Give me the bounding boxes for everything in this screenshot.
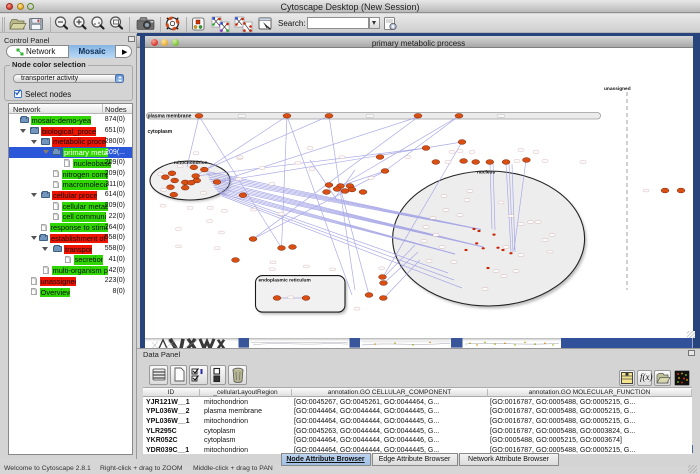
svg-text:plasma membrane: plasma membrane (148, 114, 192, 120)
svg-text:nucleus: nucleus (477, 170, 495, 176)
svg-text:unassigned: unassigned (604, 86, 631, 92)
svg-text:mitochondrion: mitochondrion (174, 160, 208, 166)
svg-text:cytoplasm: cytoplasm (148, 129, 173, 135)
svg-text:endoplasmic reticulum: endoplasmic reticulum (259, 278, 311, 284)
